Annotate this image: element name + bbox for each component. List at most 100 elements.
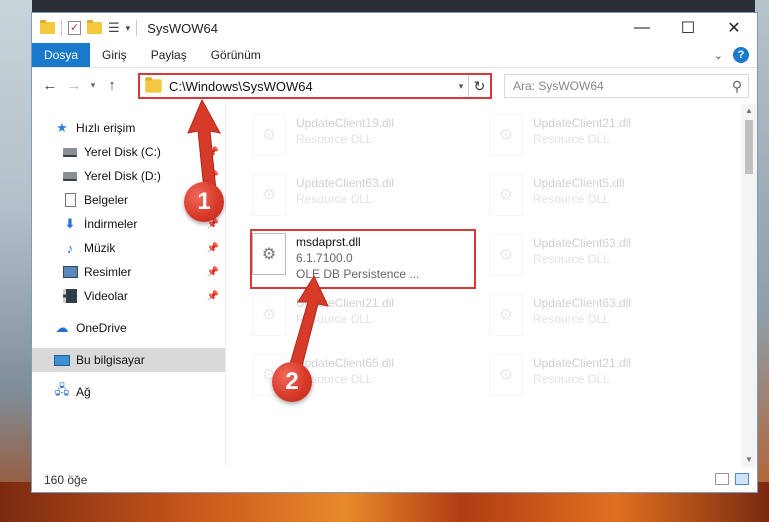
chevron-down-icon[interactable]: ▾ [454,81,468,92]
title-bar: ✓ ☰ ▾ SysWOW64 — ☐ ✕ [32,13,757,43]
list-item[interactable]: ⚙ UpdateClient19.dll Resource DLL [252,114,472,158]
list-item[interactable]: ⚙ UpdateClient5.dll Resource DLL [489,174,709,218]
drive-icon [62,144,78,160]
list-item[interactable]: ⚙ UpdateClient63.dll Resource DLL [489,234,709,278]
dll-file-icon: ⚙ [252,174,286,216]
pin-icon[interactable]: 📌 [207,267,219,278]
new-folder-icon[interactable] [87,20,102,34]
customize-icon[interactable]: ☰ [108,20,120,36]
tiles-view-icon[interactable] [735,473,749,485]
sidebar-item-network[interactable]: 🖧 Ağ [32,380,225,404]
sidebar-item-videos[interactable]: Videolar 📌 [32,284,225,308]
sidebar-item-label: İndirmeler [84,217,138,231]
search-box[interactable]: Ara: SysWOW64 ⚲ [504,74,749,98]
list-item[interactable]: ⚙ UpdateClient63.dll Resource DLL [489,294,709,338]
file-description: Resource DLL [533,132,610,146]
dll-file-icon: ⚙ [252,233,286,275]
folder-icon [40,20,55,34]
ribbon-controls: ⌄ ? [714,47,749,63]
toolbar-separator [136,20,138,36]
onedrive-icon: ☁ [55,320,69,335]
file-name: UpdateClient63.dll [533,236,632,250]
minimize-button[interactable]: — [619,13,665,43]
file-name: UpdateClient19.dll [296,116,395,130]
view-toggles [715,473,749,485]
list-item[interactable]: ⚙ UpdateClient21.dll Resource DLL [489,114,709,158]
toolbar-separator [61,20,62,36]
tab-home[interactable]: Giriş [90,43,139,67]
up-arrow-icon[interactable]: ↑ [100,77,124,94]
details-view-icon[interactable] [715,473,729,485]
file-description: Resource DLL [533,312,610,326]
file-version: 6.1.7100.0 [296,251,353,265]
desktop-background-left [0,0,32,522]
window-title: SysWOW64 [147,20,218,36]
dll-file-icon: ⚙ [252,114,286,156]
forward-arrow-icon[interactable]: → [62,77,86,94]
ribbon-tabs: Dosya Giriş Paylaş Görünüm ⌄ ? [32,43,757,67]
dll-file-icon: ⚙ [489,294,523,336]
maximize-button[interactable]: ☐ [665,13,711,43]
address-path[interactable]: C:\Windows\SysWOW64 [169,79,454,94]
recent-locations-icon[interactable]: ▾ [86,80,100,91]
folder-icon [145,77,162,93]
file-name: UpdateClient63.dll [296,176,395,190]
sidebar-item-onedrive[interactable]: ☁ OneDrive [32,316,225,340]
tab-share[interactable]: Paylaş [139,43,199,67]
quick-access-toolbar: ✓ ☰ ▾ [32,20,138,36]
sidebar-item-label: Hızlı erişim [76,121,136,135]
dll-file-icon: ⚙ [489,174,523,216]
file-name: msdaprst.dll [296,235,361,249]
sidebar-item-label: Yerel Disk (C:) [84,145,161,159]
sidebar-item-label: Ağ [76,385,91,399]
refresh-icon[interactable]: ↻ [468,75,490,97]
pin-icon[interactable]: 📌 [207,243,219,254]
drive-icon [62,168,78,184]
main-content: ★ Hızlı erişim Yerel Disk (C:) 📌 Yerel D… [32,104,757,467]
network-icon: 🖧 [54,382,70,397]
documents-icon [62,192,78,208]
step-badge-1: 1 [184,182,224,222]
dll-file-icon: ⚙ [489,354,523,396]
sidebar-item-label: Resimler [84,265,132,279]
dll-file-icon: ⚙ [489,114,523,156]
list-item[interactable]: ⚙ UpdateClient63.dll Resource DLL [252,174,472,218]
step-badge-2: 2 [272,362,312,402]
sidebar-item-pictures[interactable]: Resimler 📌 [32,260,225,284]
sidebar-item-label: Bu bilgisayar [76,353,145,367]
scrollbar-thumb[interactable] [745,120,753,174]
pictures-icon [62,264,78,280]
sidebar-item-label: OneDrive [76,321,127,335]
window-controls: — ☐ ✕ [619,13,757,43]
list-item[interactable]: ⚙ UpdateClient21.dll Resource DLL [489,354,709,398]
expand-ribbon-icon[interactable]: ⌄ [714,49,723,62]
downloads-icon: ⬇ [64,216,76,231]
sidebar-item-music[interactable]: ♪ Müzik 📌 [32,236,225,260]
help-icon[interactable]: ? [733,47,749,63]
search-input[interactable]: Ara: SysWOW64 [513,79,726,93]
this-pc-icon [54,352,70,368]
tab-file[interactable]: Dosya [32,43,91,67]
scroll-up-icon[interactable]: ▲ [741,104,757,118]
star-icon: ★ [56,120,68,135]
file-description: Resource DLL [533,252,610,266]
properties-check-icon[interactable]: ✓ [68,21,81,35]
pin-icon[interactable]: 📌 [207,291,219,302]
search-icon[interactable]: ⚲ [726,78,748,95]
sidebar-item-label: Yerel Disk (D:) [84,169,161,183]
callout-arrow-2 [289,274,329,367]
file-name: UpdateClient5.dll [533,176,625,190]
back-arrow-icon[interactable]: ← [38,77,62,94]
file-description: Resource DLL [533,372,610,386]
dll-file-icon: ⚙ [489,234,523,276]
scroll-down-icon[interactable]: ▼ [741,453,757,467]
file-description: Resource DLL [296,192,373,206]
sidebar-item-label: Videolar [84,289,128,303]
chevron-down-icon[interactable]: ▾ [126,23,131,34]
item-count: 160 öğe [44,472,88,487]
sidebar-item-label: Müzik [84,241,116,255]
close-button[interactable]: ✕ [711,13,757,43]
tab-view[interactable]: Görünüm [199,43,273,67]
vertical-scrollbar[interactable]: ▲ ▼ [741,104,757,467]
sidebar-item-this-pc[interactable]: Bu bilgisayar [32,348,225,372]
